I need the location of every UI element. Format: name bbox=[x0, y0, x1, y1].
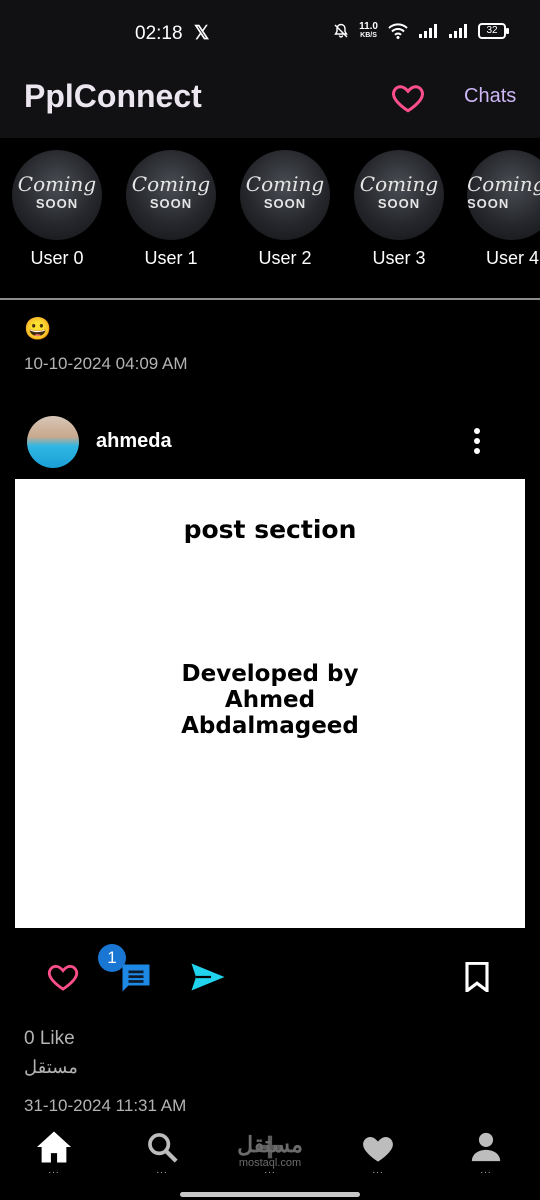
story-username: User 3 bbox=[372, 248, 426, 268]
nav-profile[interactable]: ... bbox=[456, 1130, 516, 1186]
coming-label: Coming bbox=[359, 172, 439, 196]
post-actions: 1 bbox=[0, 944, 540, 1008]
status-bar: 02:18 𝕏 11.0 KB/S 32 bbox=[0, 0, 540, 64]
post-caption: مستقل bbox=[24, 1057, 78, 1077]
watermark-arabic: مستقل bbox=[237, 1132, 303, 1157]
story-username: User 4 bbox=[486, 248, 540, 268]
nav-dots: ... bbox=[480, 1165, 492, 1176]
watermark-url: mostaql.com bbox=[238, 1157, 302, 1169]
avatar[interactable] bbox=[27, 416, 79, 468]
comment-count-badge: 1 bbox=[98, 944, 126, 972]
watermark: مستقل mostaql.com bbox=[230, 1132, 310, 1170]
battery-icon: 32 bbox=[478, 23, 509, 39]
story-avatar: Coming SOON bbox=[126, 150, 216, 240]
like-icon[interactable] bbox=[46, 960, 80, 994]
signal-icon bbox=[419, 24, 437, 38]
nav-home[interactable]: ... bbox=[24, 1130, 84, 1186]
search-icon bbox=[148, 1133, 178, 1163]
story-username: User 0 bbox=[30, 248, 84, 268]
home-icon bbox=[37, 1131, 71, 1163]
story-avatar: Coming SOON bbox=[467, 150, 540, 240]
app-bar: PplConnect Chats bbox=[0, 64, 540, 138]
network-speed: 11.0 KB/S bbox=[359, 21, 378, 40]
story-item[interactable]: Coming SOON User 2 bbox=[239, 150, 331, 269]
stories-row: Coming SOON User 0 Coming SOON User 1 Co… bbox=[0, 138, 540, 300]
story-username: User 2 bbox=[258, 248, 312, 268]
send-icon[interactable] bbox=[190, 962, 226, 992]
x-logo-icon: 𝕏 bbox=[194, 23, 210, 44]
story-avatar: Coming SOON bbox=[240, 150, 330, 240]
post-image-body: Developed by Ahmed Abdalmageed bbox=[181, 661, 359, 739]
post-header: ahmeda bbox=[0, 414, 540, 470]
story-avatar: Coming SOON bbox=[12, 150, 102, 240]
post-image[interactable]: post section Developed by Ahmed Abdalmag… bbox=[15, 479, 525, 928]
coming-label: Coming bbox=[131, 172, 211, 196]
post-emoji: 😀 bbox=[24, 316, 52, 341]
coming-label: Coming bbox=[467, 172, 540, 196]
post-username[interactable]: ahmeda bbox=[96, 430, 172, 453]
story-username: User 1 bbox=[144, 248, 198, 268]
wifi-icon bbox=[388, 23, 408, 39]
more-options-icon[interactable] bbox=[472, 428, 482, 458]
divider bbox=[0, 298, 540, 300]
soon-label: SOON bbox=[263, 196, 307, 211]
signal-icon-2 bbox=[449, 24, 467, 38]
soon-label: SOON bbox=[467, 196, 510, 211]
bell-off-icon bbox=[334, 23, 348, 38]
post-timestamp: 10-10-2024 04:09 AM bbox=[24, 354, 188, 373]
profile-icon bbox=[471, 1132, 501, 1162]
favorites-icon bbox=[363, 1136, 393, 1162]
bookmark-icon[interactable] bbox=[464, 962, 490, 992]
story-item[interactable]: Coming SOON User 3 bbox=[353, 150, 445, 269]
coming-label: Coming bbox=[17, 172, 97, 196]
nav-dots: ... bbox=[48, 1165, 60, 1176]
story-item[interactable]: Coming SOON User 0 bbox=[11, 150, 103, 269]
post-timestamp: 31-10-2024 11:31 AM bbox=[24, 1096, 187, 1115]
nav-dots: ... bbox=[156, 1165, 168, 1176]
post-image-title: post section bbox=[183, 515, 357, 544]
coming-label: Coming bbox=[245, 172, 325, 196]
soon-label: SOON bbox=[35, 196, 79, 211]
soon-label: SOON bbox=[377, 196, 421, 211]
story-item[interactable]: Coming SOON User 4 bbox=[467, 150, 540, 269]
story-avatar: Coming SOON bbox=[354, 150, 444, 240]
chats-button[interactable]: Chats bbox=[464, 85, 516, 108]
soon-label: SOON bbox=[149, 196, 193, 211]
nav-favorites[interactable]: ... bbox=[348, 1130, 408, 1186]
heart-icon[interactable] bbox=[390, 80, 426, 116]
like-count: 0 Like bbox=[24, 1028, 75, 1049]
nav-search[interactable]: ... bbox=[132, 1130, 192, 1186]
nav-dots: ... bbox=[372, 1165, 384, 1176]
app-title: PplConnect bbox=[24, 78, 202, 114]
story-item[interactable]: Coming SOON User 1 bbox=[125, 150, 217, 269]
status-icons: 11.0 KB/S 32 bbox=[333, 21, 509, 40]
status-time: 02:18 bbox=[135, 23, 183, 44]
gesture-bar[interactable] bbox=[180, 1192, 360, 1197]
